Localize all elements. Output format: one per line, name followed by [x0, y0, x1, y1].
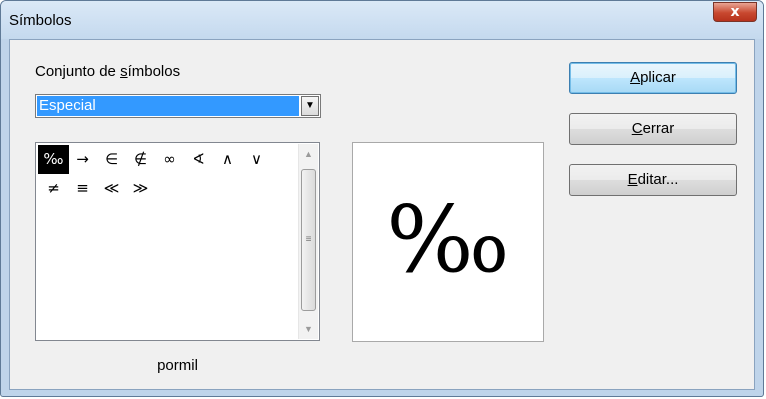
- symbol-grid: ‰ → ∈ ∉ ∞ ∢ ∧ ∨ ≠ ≡ ≪ ≫ ▲ ≡ ▼: [35, 142, 320, 341]
- symbol-cell[interactable]: →: [67, 145, 98, 174]
- close-icon: x: [730, 4, 740, 20]
- window-close-button[interactable]: x: [713, 2, 757, 22]
- title-bar: Símbolos x: [1, 1, 763, 39]
- preview-symbol: ‰: [386, 186, 510, 293]
- symbol-cell[interactable]: ‰: [38, 145, 69, 174]
- symbol-cell[interactable]: ∉: [125, 145, 156, 174]
- grip-icon: ≡: [305, 234, 312, 245]
- close-button[interactable]: Cerrar: [569, 113, 737, 145]
- symbol-cell[interactable]: ∧: [212, 145, 243, 174]
- symbol-cells: ‰ → ∈ ∉ ∞ ∢ ∧ ∨ ≠ ≡ ≪ ≫: [37, 144, 295, 339]
- symbol-cell[interactable]: ∢: [183, 145, 214, 174]
- scroll-up-icon[interactable]: ▲: [299, 144, 318, 164]
- symbol-preview: ‰: [352, 142, 544, 342]
- symbol-cell[interactable]: ≫: [125, 174, 156, 203]
- window-title: Símbolos: [9, 12, 72, 29]
- apply-button[interactable]: Aplicar: [569, 62, 737, 94]
- symbol-grid-scrollbar[interactable]: ▲ ≡ ▼: [298, 144, 318, 339]
- symbol-set-selected: Especial: [37, 96, 299, 116]
- symbol-cell[interactable]: ≡: [67, 174, 98, 203]
- scroll-down-icon[interactable]: ▼: [299, 319, 318, 339]
- symbol-cell[interactable]: ∨: [241, 145, 272, 174]
- scroll-thumb[interactable]: ≡: [301, 169, 316, 311]
- symbol-name-label: pormil: [157, 357, 198, 374]
- symbol-cell[interactable]: ∞: [154, 145, 185, 174]
- symbol-cell[interactable]: ≠: [38, 174, 69, 203]
- symbol-set-label: Conjunto de símbolos: [35, 63, 181, 80]
- edit-button[interactable]: Editar...: [569, 164, 737, 196]
- symbol-cell[interactable]: ≪: [96, 174, 127, 203]
- symbol-set-dropdown[interactable]: Especial ▼: [35, 94, 321, 118]
- chevron-down-icon[interactable]: ▼: [301, 96, 319, 116]
- symbol-cell[interactable]: ∈: [96, 145, 127, 174]
